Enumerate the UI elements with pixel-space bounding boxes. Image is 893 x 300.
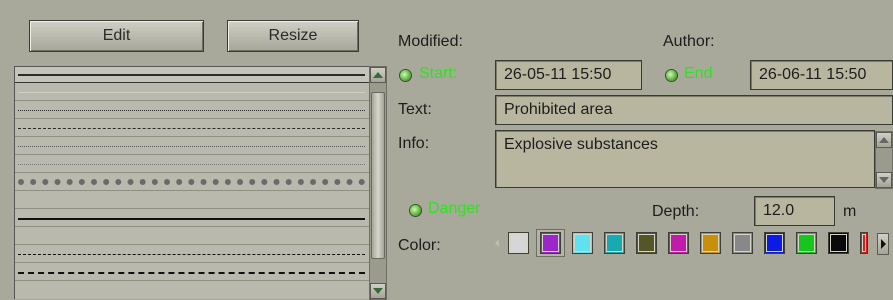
- start-label: Start:: [419, 65, 458, 82]
- color-swatch[interactable]: [732, 232, 753, 254]
- depth-label: Depth:: [652, 203, 700, 220]
- color-swatch[interactable]: [508, 232, 529, 254]
- line-style-preview: [18, 218, 365, 220]
- line-style-item[interactable]: [15, 229, 371, 245]
- palette-left-arrow-icon[interactable]: [495, 239, 499, 247]
- line-style-item[interactable]: [15, 139, 371, 155]
- line-style-preview: [18, 146, 365, 147]
- color-label: Color:: [398, 237, 441, 254]
- color-swatch[interactable]: [540, 232, 561, 254]
- edit-button[interactable]: Edit: [29, 20, 204, 52]
- end-label: End: [684, 65, 713, 82]
- line-style-scrollbar[interactable]: [369, 66, 387, 300]
- line-style-item[interactable]: [15, 103, 371, 119]
- text-label: Text:: [398, 101, 432, 118]
- line-style-item[interactable]: [15, 265, 371, 281]
- line-style-item[interactable]: [15, 211, 371, 227]
- color-swatch[interactable]: [604, 232, 625, 254]
- danger-indicator-icon[interactable]: [410, 205, 421, 216]
- line-style-preview: [18, 254, 365, 255]
- line-style-item[interactable]: [15, 247, 371, 263]
- line-style-preview: [18, 128, 365, 129]
- color-swatch[interactable]: [796, 232, 817, 254]
- depth-unit: m: [843, 203, 857, 220]
- line-style-item[interactable]: [15, 121, 371, 137]
- line-style-item[interactable]: [15, 85, 371, 101]
- scroll-thumb[interactable]: [371, 92, 385, 259]
- line-style-preview: [18, 164, 365, 165]
- modified-label: Modified:: [398, 33, 463, 50]
- line-style-preview: [18, 92, 365, 93]
- color-swatch[interactable]: [828, 232, 849, 254]
- info-scroll-up-button[interactable]: [876, 132, 892, 148]
- line-style-preview: [18, 110, 365, 111]
- arrow-up-icon: [879, 137, 889, 143]
- info-textarea[interactable]: Explosive substances: [495, 130, 875, 188]
- scroll-up-button[interactable]: [370, 67, 386, 83]
- line-style-list[interactable]: [14, 66, 371, 299]
- info-scrollbar[interactable]: [875, 131, 893, 189]
- line-style-item[interactable]: [15, 175, 371, 191]
- info-scroll-down-button[interactable]: [876, 172, 892, 188]
- info-label: Info:: [398, 135, 430, 152]
- color-swatch[interactable]: [700, 232, 721, 254]
- text-field[interactable]: Prohibited area: [495, 95, 893, 125]
- arrow-right-icon: [880, 239, 886, 249]
- arrow-down-icon: [373, 288, 383, 294]
- line-style-item[interactable]: [15, 67, 371, 83]
- color-swatch[interactable]: [668, 232, 689, 254]
- resize-button[interactable]: Resize: [227, 20, 359, 52]
- color-swatch[interactable]: [860, 232, 868, 254]
- arrow-down-icon: [879, 177, 889, 183]
- line-style-item[interactable]: [15, 157, 371, 173]
- line-style-preview: [18, 74, 365, 76]
- end-indicator-icon[interactable]: [666, 70, 677, 81]
- line-style-item[interactable]: [15, 193, 371, 209]
- arrow-up-icon: [373, 72, 383, 78]
- scroll-down-button[interactable]: [370, 283, 386, 299]
- palette-scroll-right-button[interactable]: [877, 233, 889, 255]
- line-style-preview: [18, 179, 365, 185]
- start-date-field[interactable]: 26-05-11 15:50: [495, 60, 642, 90]
- color-swatch[interactable]: [764, 232, 785, 254]
- line-style-preview: [18, 272, 365, 274]
- depth-field[interactable]: 12.0: [754, 196, 835, 226]
- author-label: Author:: [663, 33, 715, 50]
- danger-label: Danger: [428, 200, 481, 217]
- end-date-field[interactable]: 26-06-11 15:50: [750, 60, 893, 90]
- start-indicator-icon[interactable]: [400, 70, 411, 81]
- color-swatch[interactable]: [572, 232, 593, 254]
- color-swatch[interactable]: [636, 232, 657, 254]
